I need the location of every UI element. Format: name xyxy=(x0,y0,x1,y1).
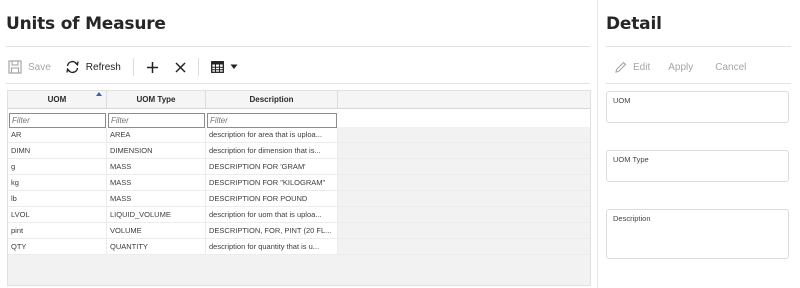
uom-type-field[interactable]: UOM Type xyxy=(606,150,789,182)
uom-type-cell: DIMENSION xyxy=(107,143,206,158)
column-header-label: UOM xyxy=(47,95,67,104)
uom-type-cell: AREA xyxy=(107,127,206,142)
row-spacer xyxy=(338,159,590,174)
detail-title: Detail xyxy=(606,14,662,34)
refresh-label: Refresh xyxy=(85,61,121,73)
uom-type-cell: LIQUID_VOLUME xyxy=(107,207,206,222)
description-cell: description for dimension that is... xyxy=(206,143,338,158)
toolbar-divider xyxy=(132,58,134,76)
save-label: Save xyxy=(28,61,51,73)
uom-type-filter-input[interactable] xyxy=(108,113,205,128)
uom-field-label: UOM xyxy=(613,96,631,105)
filter-cell xyxy=(8,109,107,128)
table-header: UOM UOM Type Description xyxy=(8,91,590,109)
edit-label: Edit xyxy=(633,61,651,73)
units-of-measure-panel: Units of Measure Save Refresh UOM UOM Ty… xyxy=(0,0,597,288)
uom-type-cell: MASS xyxy=(107,159,206,174)
table-row[interactable]: LVOL LIQUID_VOLUME description for uom tha… xyxy=(8,207,590,223)
refresh-icon xyxy=(65,60,80,74)
uom-type-cell: QUANTITY xyxy=(107,239,206,254)
column-header-description[interactable]: Description xyxy=(206,91,338,108)
row-spacer xyxy=(338,223,590,238)
uom-type-field-label: UOM Type xyxy=(613,155,649,164)
filter-row xyxy=(8,109,590,128)
row-spacer xyxy=(338,191,590,206)
uom-table: UOM UOM Type Description ARAREAdescripti… xyxy=(7,90,591,286)
pencil-icon xyxy=(614,61,627,74)
uom-cell: DIMN xyxy=(8,143,107,158)
plus-icon xyxy=(146,61,159,74)
table-view-button[interactable] xyxy=(210,61,238,73)
apply-label: Apply xyxy=(668,61,694,73)
uom-cell: kg xyxy=(8,175,107,190)
description-cell: DESCRIPTION FOR POUND xyxy=(206,191,338,206)
page-title: Units of Measure xyxy=(6,14,166,34)
uom-cell: QTY xyxy=(8,239,107,254)
row-spacer xyxy=(338,207,590,222)
detail-title-divider xyxy=(606,46,791,47)
row-spacer xyxy=(338,143,590,158)
delete-button[interactable] xyxy=(175,61,186,73)
uom-type-cell: VOLUME xyxy=(107,223,206,238)
table-row[interactable]: lb MASS DESCRIPTION FOR POUND xyxy=(8,191,590,207)
description-cell: description for quantity that is u... xyxy=(206,239,338,254)
column-header-label: UOM Type xyxy=(136,95,176,104)
close-icon xyxy=(175,61,186,73)
uom-cell: g xyxy=(8,159,107,174)
toolbar-divider-line xyxy=(6,83,590,84)
toolbar: Save Refresh xyxy=(8,56,238,78)
table-body: AR AREA description for area that is uploa… xyxy=(8,127,590,255)
table-row[interactable]: g MASS DESCRIPTION FOR 'GRAM' xyxy=(8,159,590,175)
column-header-uom-type[interactable]: UOM Type xyxy=(107,91,206,108)
cancel-label: Cancel xyxy=(715,61,747,73)
table-row[interactable]: QTY QUANTITY description for quantity that… xyxy=(8,239,590,255)
description-cell: DESCRIPTION FOR "KILOGRAM" xyxy=(206,175,338,190)
description-cell: DESCRIPTION, FOR, PINT (20 FL... xyxy=(206,223,338,238)
title-divider xyxy=(6,46,590,47)
header-spacer xyxy=(338,91,590,108)
table-row[interactable]: DIMN DIMENSION description for dimension t… xyxy=(8,143,590,159)
cancel-button[interactable]: Cancel xyxy=(715,62,746,73)
sort-ascending-icon xyxy=(96,92,102,96)
uom-field[interactable]: UOM xyxy=(606,91,789,123)
description-cell: description for area that is uploa... xyxy=(206,127,338,142)
description-filter-input[interactable] xyxy=(207,113,337,128)
description-cell: description for uom that is uploa... xyxy=(206,207,338,222)
description-field[interactable]: Description xyxy=(606,209,789,259)
uom-cell: lb xyxy=(8,191,107,206)
uom-cell: pint xyxy=(8,223,107,238)
description-field-label: Description xyxy=(613,214,651,223)
uom-cell: LVOL xyxy=(8,207,107,222)
save-icon xyxy=(8,60,22,74)
uom-type-cell: MASS xyxy=(107,191,206,206)
refresh-button[interactable]: Refresh xyxy=(65,60,121,74)
toolbar-divider xyxy=(197,58,199,76)
filter-cell xyxy=(206,109,338,128)
caret-down-icon xyxy=(230,64,238,70)
column-header-uom[interactable]: UOM xyxy=(8,91,107,108)
detail-panel: Detail Edit Apply Cancel UOM UOM Type De… xyxy=(597,0,800,288)
filter-spacer xyxy=(338,109,590,127)
row-spacer xyxy=(338,175,590,190)
add-button[interactable] xyxy=(146,61,159,74)
description-cell: DESCRIPTION FOR 'GRAM' xyxy=(206,159,338,174)
filter-cell xyxy=(107,109,206,128)
row-spacer xyxy=(338,127,590,142)
uom-filter-input[interactable] xyxy=(9,113,106,128)
uom-cell: AR xyxy=(8,127,107,142)
uom-type-cell: MASS xyxy=(107,175,206,190)
table-icon xyxy=(210,61,224,73)
apply-button[interactable]: Apply xyxy=(668,62,693,73)
detail-toolbar: Edit Apply Cancel xyxy=(614,56,746,78)
table-row[interactable]: pint VOLUME DESCRIPTION, FOR, PINT (20 FL.… xyxy=(8,223,590,239)
column-header-label: Description xyxy=(249,95,294,104)
save-button[interactable]: Save xyxy=(8,60,51,74)
edit-button[interactable]: Edit xyxy=(614,61,650,74)
table-row[interactable]: AR AREA description for area that is uploa… xyxy=(8,127,590,143)
detail-toolbar-divider xyxy=(606,83,791,84)
table-row[interactable]: kg MASS DESCRIPTION FOR "KILOGRAM" xyxy=(8,175,590,191)
row-spacer xyxy=(338,239,590,254)
